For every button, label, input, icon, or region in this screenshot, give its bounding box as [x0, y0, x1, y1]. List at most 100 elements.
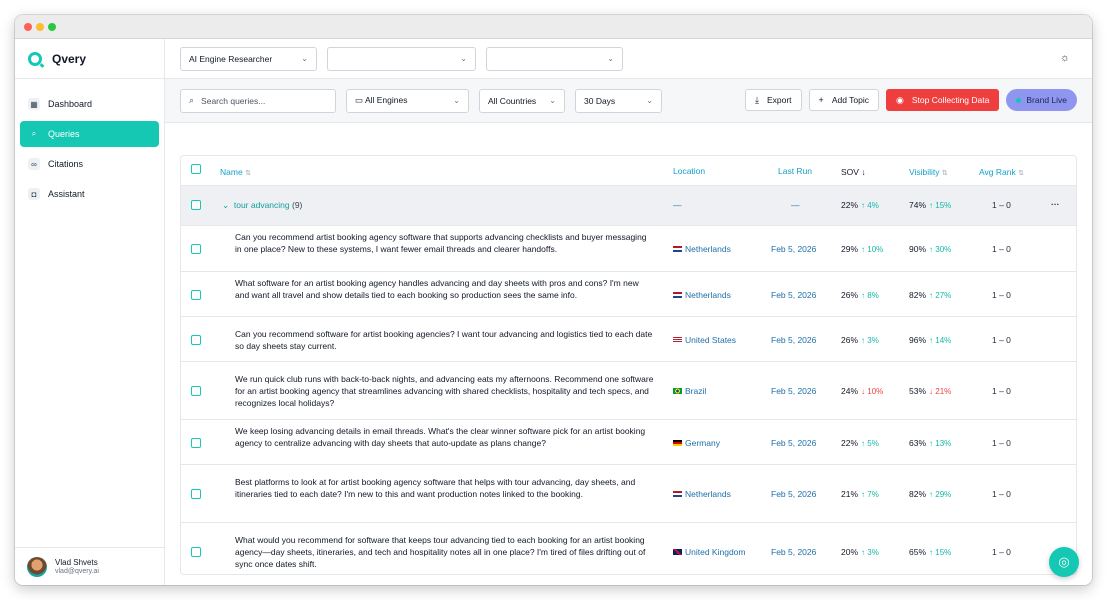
table-row[interactable]: What software for an artist booking agen… — [181, 272, 1076, 317]
chevron-down-icon: ⌄ — [549, 96, 556, 105]
sov-value: 29% ↑ 10% — [841, 244, 884, 254]
project-select[interactable]: ⌄ — [486, 46, 623, 71]
row-checkbox[interactable] — [191, 335, 201, 345]
select-all-checkbox[interactable] — [191, 164, 201, 174]
engines-select-value: All Engines — [364, 95, 408, 105]
chevron-down-icon: ⌄ — [646, 96, 653, 105]
brand[interactable]: Qvery — [15, 39, 164, 79]
brand-select[interactable]: ⌄ — [327, 46, 476, 71]
group-sov: 22% ↑ 4% — [841, 200, 879, 210]
gb-flag-icon — [673, 549, 682, 555]
visibility-value: 82% ↑ 29% — [909, 489, 952, 499]
row-checkbox[interactable] — [191, 489, 201, 499]
column-header-visibility[interactable]: Visibility ⇅ — [909, 167, 948, 177]
last-run-date: Feb 5, 2026 — [771, 244, 817, 254]
sidebar-item-assistant[interactable]: ◘ Assistant — [20, 181, 159, 207]
group-visibility: 74% ↑ 15% — [909, 200, 952, 210]
us-flag-icon — [673, 337, 682, 343]
avatar — [27, 556, 47, 577]
query-text[interactable]: We run quick club runs with back-to-back… — [235, 373, 655, 409]
date-range-value: 30 Days — [584, 95, 616, 106]
last-run-date: Feb 5, 2026 — [771, 489, 817, 499]
nl-flag-icon — [673, 491, 682, 497]
query-text[interactable]: What would you recommend for software th… — [235, 534, 655, 570]
sov-value: 26% ↑ 3% — [841, 335, 879, 345]
minimize-window-button[interactable] — [36, 23, 44, 31]
query-location: Brazil — [673, 386, 706, 396]
search-icon: ⌕ — [189, 95, 195, 105]
row-checkbox[interactable] — [191, 438, 201, 448]
queries-table: Name ⇅ Location Last Run SOV ↓ Visibilit… — [180, 155, 1077, 575]
table-row[interactable]: We keep losing advancing details in emai… — [181, 420, 1076, 465]
row-checkbox[interactable] — [191, 386, 201, 396]
date-range-select[interactable]: 30 Days ⌄ — [575, 88, 662, 113]
grid-icon: ▦ — [28, 98, 40, 110]
sov-value: 21% ↑ 7% — [841, 489, 879, 499]
last-run-date: Feb 5, 2026 — [771, 386, 817, 396]
query-text[interactable]: What software for an artist booking agen… — [235, 277, 655, 301]
sov-value: 20% ↑ 3% — [841, 547, 879, 557]
sidebar-item-citations[interactable]: ∞ Citations — [20, 151, 159, 177]
engines-select[interactable]: ▭ All Engines ⌄ — [346, 88, 469, 113]
query-text[interactable]: Can you recommend artist booking agency … — [235, 231, 655, 255]
stop-collecting-button[interactable]: ◉ Stop Collecting Data — [886, 89, 1000, 111]
query-text[interactable]: Can you recommend software for artist bo… — [235, 328, 655, 352]
more-options-icon[interactable]: ··· — [1051, 199, 1060, 209]
user-email: vlad@qvery.ai — [55, 568, 99, 575]
column-header-name[interactable]: Name ⇅ — [220, 167, 251, 177]
chevron-down-icon: ⌄ — [301, 54, 308, 63]
group-name[interactable]: ⌄ tour advancing (9) — [222, 200, 302, 211]
group-checkbox[interactable] — [191, 200, 201, 210]
query-location: United Kingdom — [673, 547, 745, 557]
table-row[interactable]: What would you recommend for software th… — [181, 523, 1076, 574]
query-location: Netherlands — [673, 489, 731, 499]
countries-select[interactable]: All Countries ⌄ — [479, 88, 565, 113]
close-window-button[interactable] — [24, 23, 32, 31]
brand-live-button[interactable]: Brand Live — [1006, 89, 1077, 111]
brand-live-label: Brand Live — [1026, 95, 1067, 105]
add-topic-button[interactable]: + Add Topic — [808, 89, 879, 111]
stop-icon: ◉ — [896, 94, 904, 105]
column-header-avg-rank[interactable]: Avg Rank ⇅ — [979, 167, 1024, 177]
sidebar-item-queries[interactable]: ⌕ Queries — [20, 121, 159, 147]
assistant-chat-button[interactable]: ◎ — [1049, 547, 1079, 577]
row-checkbox[interactable] — [191, 290, 201, 300]
br-flag-icon — [673, 388, 682, 394]
de-flag-icon — [673, 440, 682, 446]
sov-value: 26% ↑ 8% — [841, 290, 879, 300]
table-row[interactable]: Best platforms to look at for artist boo… — [181, 465, 1076, 523]
last-run-date: Feb 5, 2026 — [771, 438, 817, 448]
topic-group-row[interactable]: ⌄ tour advancing (9) — — 22% ↑ 4% 74% ↑ 15… — [181, 186, 1076, 226]
maximize-window-button[interactable] — [48, 23, 56, 31]
qvery-logo-icon — [28, 51, 42, 66]
last-run-date: Feb 5, 2026 — [771, 335, 817, 345]
query-location: United States — [673, 335, 736, 345]
row-checkbox[interactable] — [191, 244, 201, 254]
agent-select[interactable]: AI Engine Researcher ⌄ — [180, 46, 317, 71]
table-row[interactable]: Can you recommend artist booking agency … — [181, 226, 1076, 272]
sidebar-item-dashboard[interactable]: ▦ Dashboard — [20, 91, 159, 117]
countries-select-value: All Countries — [488, 95, 537, 106]
query-location: Germany — [673, 438, 720, 448]
avg-rank-value: 1 – 0 — [992, 335, 1011, 345]
query-text[interactable]: Best platforms to look at for artist boo… — [235, 476, 655, 500]
sidebar-nav: ▦ Dashboard ⌕ Queries ∞ Citations ◘ Assi… — [15, 79, 164, 207]
table-row[interactable]: Can you recommend software for artist bo… — [181, 317, 1076, 362]
avg-rank-value: 1 – 0 — [992, 290, 1011, 300]
export-label: Export — [766, 95, 792, 105]
add-topic-label: Add Topic — [831, 95, 869, 105]
sidebar: Qvery ▦ Dashboard ⌕ Queries ∞ Citations … — [15, 39, 165, 585]
column-header-last-run[interactable]: Last Run — [778, 166, 812, 176]
user-profile[interactable]: Vlad Shvets vlad@qvery.ai — [15, 547, 164, 585]
search-box[interactable]: ⌕ — [180, 88, 336, 113]
column-header-sov[interactable]: SOV ↓ — [841, 167, 866, 177]
query-text[interactable]: We keep losing advancing details in emai… — [235, 425, 655, 449]
row-checkbox[interactable] — [191, 547, 201, 557]
table-row[interactable]: We run quick club runs with back-to-back… — [181, 362, 1076, 420]
theme-toggle-sun-icon[interactable]: ☼ — [1060, 52, 1070, 64]
export-button[interactable]: ⤓ Export — [744, 89, 802, 111]
sidebar-item-label: Dashboard — [48, 99, 93, 109]
column-header-location[interactable]: Location — [673, 166, 705, 176]
search-input[interactable] — [201, 95, 322, 106]
visibility-value: 65% ↑ 15% — [909, 547, 952, 557]
